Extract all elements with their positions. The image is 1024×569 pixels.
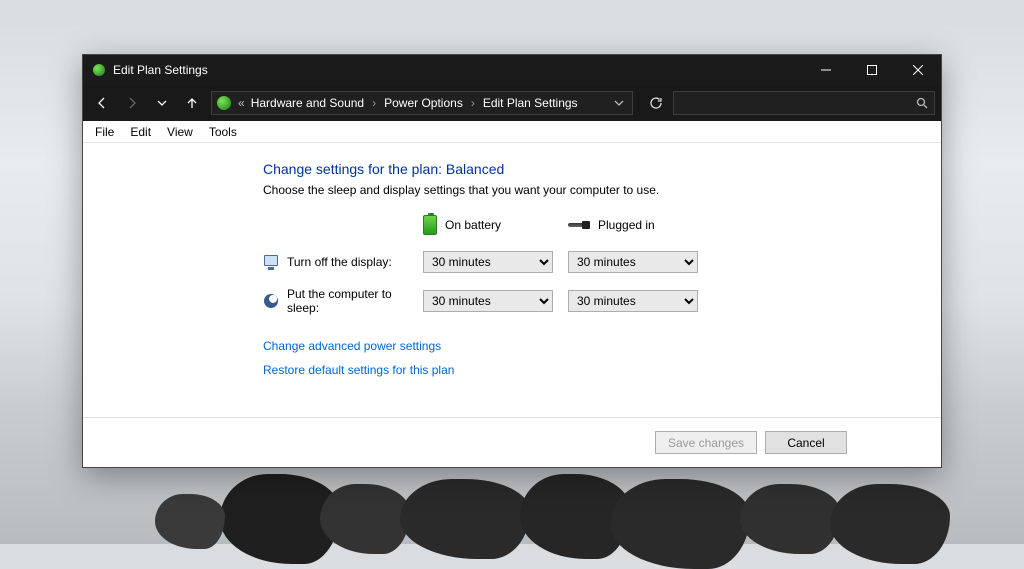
refresh-button[interactable]: [643, 91, 669, 115]
address-bar[interactable]: « Hardware and Sound › Power Options › E…: [211, 91, 633, 115]
menu-view[interactable]: View: [159, 123, 201, 141]
display-battery-select[interactable]: 30 minutes: [423, 251, 553, 273]
power-options-icon: [216, 95, 232, 111]
page-subtext: Choose the sleep and display settings th…: [263, 183, 941, 197]
setting-row-sleep: Put the computer to sleep: 30 minutes 30…: [263, 287, 941, 315]
up-button[interactable]: [179, 90, 205, 116]
save-button[interactable]: Save changes: [655, 431, 757, 454]
power-options-icon: [91, 62, 107, 78]
battery-icon: [423, 215, 437, 235]
chevron-right-icon[interactable]: ›: [372, 96, 376, 110]
desktop-rock: [610, 479, 750, 569]
desktop-rock: [400, 479, 530, 559]
recent-locations-button[interactable]: [149, 90, 175, 116]
menu-edit[interactable]: Edit: [122, 123, 159, 141]
breadcrumb-item[interactable]: Hardware and Sound: [251, 96, 364, 110]
desktop-rock: [830, 484, 950, 564]
breadcrumb-overflow-icon[interactable]: «: [238, 96, 245, 110]
search-input[interactable]: [673, 91, 935, 115]
cancel-button[interactable]: Cancel: [765, 431, 847, 454]
restore-defaults-link[interactable]: Restore default settings for this plan: [263, 363, 941, 377]
display-plugged-select[interactable]: 30 minutes: [568, 251, 698, 273]
maximize-button[interactable]: [849, 55, 895, 85]
menu-tools[interactable]: Tools: [201, 123, 245, 141]
setting-label: Turn off the display:: [287, 255, 423, 269]
moon-icon: [263, 293, 279, 309]
advanced-settings-link[interactable]: Change advanced power settings: [263, 339, 941, 353]
plug-icon: [568, 220, 590, 230]
forward-button[interactable]: [119, 90, 145, 116]
sleep-battery-select[interactable]: 30 minutes: [423, 290, 553, 312]
content-area: Change settings for the plan: Balanced C…: [83, 143, 941, 467]
minimize-button[interactable]: [803, 55, 849, 85]
menu-bar: File Edit View Tools: [83, 121, 941, 143]
chevron-down-icon[interactable]: [614, 98, 624, 108]
control-panel-window: Edit Plan Settings « Hardware and Sound: [82, 54, 942, 468]
back-button[interactable]: [89, 90, 115, 116]
desktop-rock: [155, 494, 225, 549]
footer-bar: Save changes Cancel: [83, 417, 941, 467]
menu-file[interactable]: File: [87, 123, 122, 141]
setting-label: Put the computer to sleep:: [287, 287, 423, 315]
sleep-plugged-select[interactable]: 30 minutes: [568, 290, 698, 312]
setting-row-display: Turn off the display: 30 minutes 30 minu…: [263, 251, 941, 273]
column-header-plugged: Plugged in: [598, 218, 655, 232]
page-heading: Change settings for the plan: Balanced: [263, 161, 941, 177]
close-button[interactable]: [895, 55, 941, 85]
display-icon: [263, 254, 279, 270]
chevron-right-icon[interactable]: ›: [471, 96, 475, 110]
column-header-battery: On battery: [445, 218, 501, 232]
search-icon: [916, 97, 928, 109]
breadcrumb-item[interactable]: Edit Plan Settings: [483, 96, 578, 110]
titlebar[interactable]: Edit Plan Settings: [83, 55, 941, 85]
navigation-bar: « Hardware and Sound › Power Options › E…: [83, 85, 941, 121]
window-title: Edit Plan Settings: [113, 63, 208, 77]
breadcrumb-item[interactable]: Power Options: [384, 96, 463, 110]
